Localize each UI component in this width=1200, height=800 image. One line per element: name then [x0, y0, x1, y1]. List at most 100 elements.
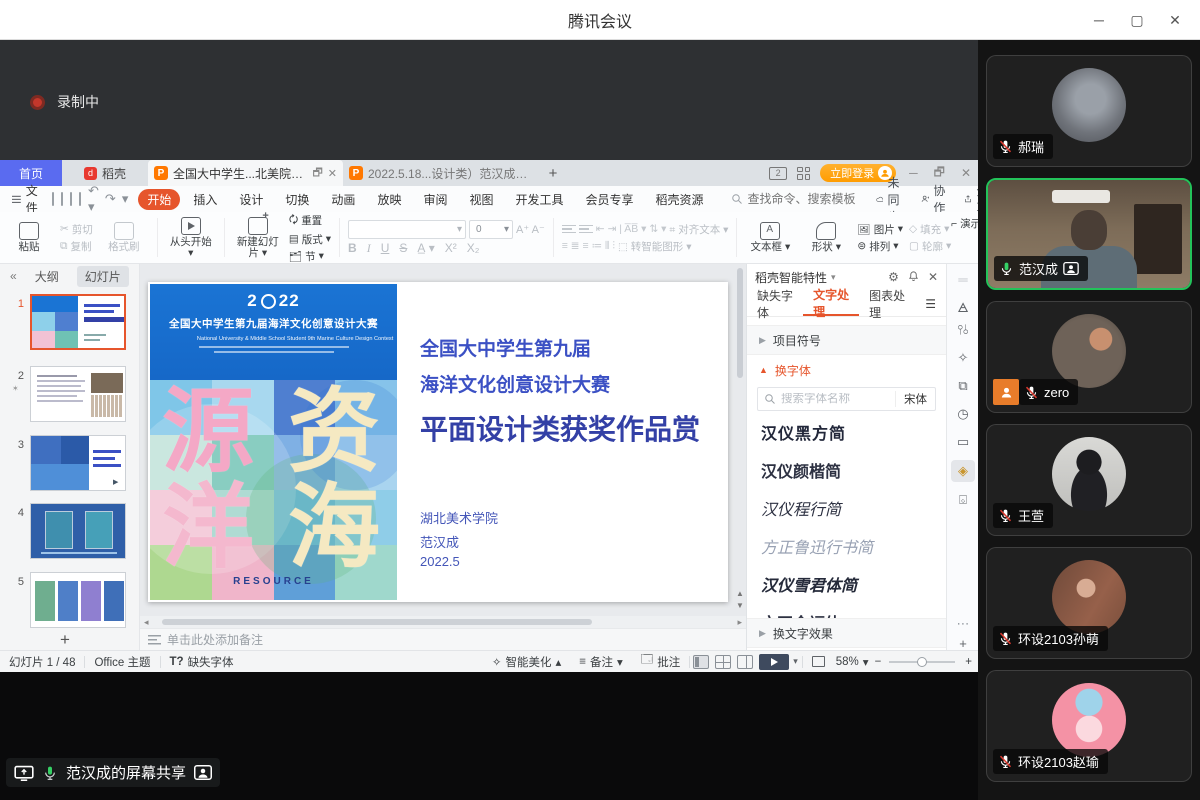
play-options-icon[interactable]: ▾	[789, 656, 802, 667]
participant-tile-fanhancheng[interactable]: 范汉成	[986, 178, 1192, 290]
missing-font-status[interactable]: T?缺失字体	[161, 654, 243, 670]
next-slide-button[interactable]: ▼	[736, 601, 744, 610]
quickbar-more-icon[interactable]: ▾	[122, 191, 129, 207]
ribbon-tab-review[interactable]: 审阅	[414, 189, 456, 210]
italic-button[interactable]: I	[367, 241, 371, 256]
section-change-font[interactable]: ▲换字体	[747, 355, 946, 385]
file-menu[interactable]: 文件	[0, 182, 52, 216]
slide-sorter-view-icon[interactable]	[715, 655, 731, 669]
bullet-list-icon[interactable]	[562, 225, 576, 234]
shape-button[interactable]: 形状 ▾	[801, 215, 851, 261]
font-name-combo[interactable]: ▾	[348, 220, 466, 239]
ribbon-tab-insert[interactable]: 插入	[184, 189, 226, 210]
numbered-list-icon[interactable]	[579, 225, 593, 234]
properties-sliders-icon[interactable]: ⫯⫰	[947, 322, 979, 338]
pane-tab-menu-icon[interactable]: ☰	[915, 291, 946, 316]
slide-thumbnail-3[interactable]: ▶	[30, 435, 126, 491]
strip-more-icon[interactable]: ⋯	[947, 616, 979, 632]
align-text-button[interactable]: ⌗ 对齐文本 ▾	[669, 222, 728, 237]
smart-graphic-button[interactable]: ⬚ 转智能图形 ▾	[618, 239, 692, 254]
font-item[interactable]: 汉仪颜楷简	[747, 451, 946, 489]
slide-thumbnail-4[interactable]	[30, 503, 126, 559]
slide-thumbnail-5[interactable]	[30, 572, 126, 628]
participant-tile-zhaoyu[interactable]: 环设2103赵瑜	[986, 670, 1192, 782]
font-filter-select[interactable]: 宋体	[895, 391, 935, 407]
multi-window-icon[interactable]: 2	[769, 167, 787, 180]
fit-slide-button[interactable]	[803, 656, 834, 667]
arrange-button[interactable]: ⊜ 排列 ▾	[857, 239, 903, 254]
play-from-start-button[interactable]: 从头开始 ▾	[166, 215, 216, 261]
outline-button[interactable]: ▢ 轮廓 ▾	[909, 239, 951, 254]
font-search-input[interactable]	[781, 393, 890, 405]
ribbon-tab-devtools[interactable]: 开发工具	[506, 189, 572, 210]
layout-button[interactable]: ▤ 版式 ▾	[289, 232, 331, 247]
image-button[interactable]: 🖼 图片 ▾	[857, 222, 903, 237]
docer-smart-icon[interactable]: ◈	[951, 460, 975, 482]
textbox-button[interactable]: 文本框 ▾	[745, 215, 795, 261]
horizontal-scrollbar[interactable]: ◂ ▸	[140, 616, 746, 628]
gear-icon[interactable]: ⚙	[888, 270, 899, 285]
cut-button[interactable]: ✂ 剪切	[60, 222, 93, 237]
print-preview-icon[interactable]	[79, 192, 81, 206]
magic-star-icon[interactable]: ✧	[947, 350, 979, 366]
bold-button[interactable]: B	[348, 241, 357, 255]
pane-tab-chart[interactable]: 图表处理	[859, 291, 915, 316]
ribbon-tab-start[interactable]: 开始	[138, 189, 180, 210]
ribbon-tab-view[interactable]: 视图	[460, 189, 502, 210]
font-item[interactable]: 汉仪程行简	[747, 489, 946, 527]
rocket-icon[interactable]: 🜁	[947, 294, 979, 320]
notes-toggle-button[interactable]: ≡ 备注 ▾	[570, 654, 632, 670]
copy-button[interactable]: ⧉ 复制	[60, 239, 93, 254]
zoom-slider[interactable]	[889, 661, 955, 663]
ribbon-tab-animation[interactable]: 动画	[322, 189, 364, 210]
participant-tile-wangxuan[interactable]: 王萱	[986, 424, 1192, 536]
font-size-combo[interactable]: 0 ▾	[469, 220, 513, 239]
close-button[interactable]: ✕	[1156, 0, 1194, 40]
membership-card-icon[interactable]: ▭	[947, 434, 979, 450]
tab-close-icon[interactable]: ✕	[328, 167, 337, 180]
command-search[interactable]	[731, 192, 876, 206]
theme-name[interactable]: Office 主题	[85, 654, 159, 670]
font-item[interactable]: 汉仪雪君体简	[747, 565, 946, 603]
smart-beautify-button[interactable]: ✧ 智能美化 ▴	[483, 654, 570, 670]
ribbon-tab-docer-res[interactable]: 稻壳资源	[647, 189, 713, 210]
pane-tab-text[interactable]: 文字处理	[803, 291, 859, 316]
font-item[interactable]: 方正鲁迅行书简	[747, 527, 946, 565]
ribbon-tab-transition[interactable]: 切换	[276, 189, 318, 210]
section-text-effect[interactable]: ▶换文字效果	[747, 618, 946, 648]
close-pane-icon[interactable]: ✕	[928, 270, 938, 285]
pane-tab-missing-fonts[interactable]: 缺失字体	[747, 291, 803, 316]
zoom-slider-knob[interactable]	[917, 657, 927, 667]
minimize-button[interactable]: ─	[1080, 0, 1118, 40]
ribbon-tab-design[interactable]: 设计	[230, 189, 272, 210]
save-icon[interactable]	[52, 192, 54, 206]
font-color-button[interactable]: A̲ ▾	[417, 241, 434, 255]
layers-icon[interactable]: ⧉	[947, 378, 979, 394]
collapse-panel-button[interactable]: «	[10, 269, 17, 283]
zoom-out-button[interactable]: −	[871, 656, 886, 668]
section-bullets[interactable]: ▶项目符号	[747, 325, 946, 355]
scroll-left-icon[interactable]: ◂	[144, 616, 149, 628]
participant-tile-zero[interactable]: zero	[986, 301, 1192, 413]
zoom-level[interactable]: 58% ▾	[834, 655, 871, 669]
participant-tile-haorui[interactable]: 郝瑞	[986, 55, 1192, 167]
format-painter-button[interactable]: 格式刷	[99, 215, 149, 261]
tab-slides[interactable]: 幻灯片	[77, 266, 129, 287]
strip-add-icon[interactable]: +	[947, 636, 979, 651]
history-clock-icon[interactable]: ◷	[947, 406, 979, 422]
undo-icon[interactable]: ↶ ▾	[88, 183, 99, 215]
reference-book-icon[interactable]: ⌺	[947, 492, 979, 508]
slide-thumbnail-2[interactable]	[30, 366, 126, 422]
notes-bar[interactable]: 单击此处添加备注	[140, 628, 746, 650]
ribbon-tab-member[interactable]: 会员专享	[577, 189, 643, 210]
tab-restore-icon[interactable]: 🗗	[312, 164, 322, 183]
fill-button[interactable]: ◇ 填充 ▾	[909, 222, 951, 237]
collaborate-button[interactable]: 协作	[921, 182, 950, 216]
prev-slide-button[interactable]: ▲	[736, 589, 744, 598]
scroll-right-icon[interactable]: ▸	[737, 616, 742, 628]
tab-docer[interactable]: d 稻壳	[62, 160, 148, 186]
new-slide-button[interactable]: 新建幻灯片 ▾	[233, 215, 283, 261]
normal-view-icon[interactable]	[693, 655, 709, 669]
tab-outline[interactable]: 大纲	[27, 266, 67, 287]
font-item[interactable]: 汉仪黑方简	[747, 413, 946, 451]
